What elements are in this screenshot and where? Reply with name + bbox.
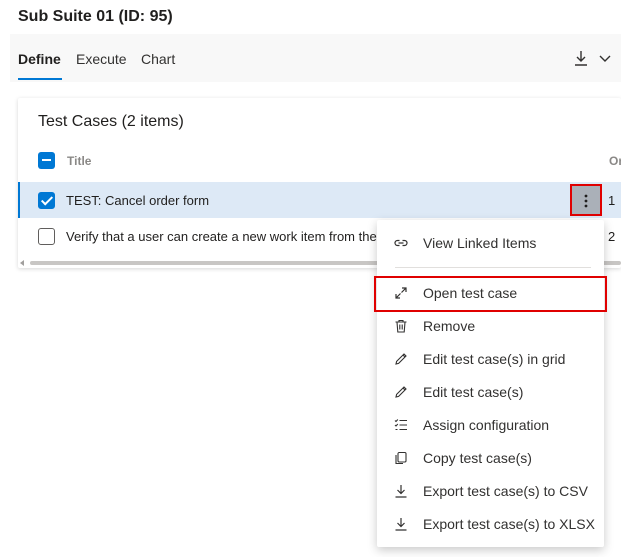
column-header-order[interactable]: Or [609,154,621,168]
checklist-icon [394,419,407,431]
download-icon [395,485,407,498]
menu-item-label: Edit test case(s) in grid [423,351,566,367]
copy-icon [395,451,407,465]
menu-item-export-csv[interactable]: Export test case(s) to CSV [377,475,604,508]
active-tab-indicator [18,78,62,80]
select-all-checkbox[interactable] [38,152,55,169]
more-vertical-icon [584,194,588,208]
grid-title: Test Cases (2 items) [38,113,184,130]
table-row[interactable]: TEST: Cancel order form 1 [18,182,621,218]
menu-item-open-test-case[interactable]: Open test case [374,276,607,312]
more-actions-button[interactable] [570,184,602,216]
page: Sub Suite 01 (ID: 95) Define Execute Cha… [0,0,621,557]
download-icon[interactable] [574,50,588,66]
menu-item-label: View Linked Items [423,235,537,251]
chevron-down-icon[interactable] [598,50,612,66]
row-title: TEST: Cancel order form [66,193,210,208]
menu-item-edit-test-cases[interactable]: Edit test case(s) [377,376,604,409]
pencil-icon [395,353,407,365]
tab-define[interactable]: Define [18,51,61,67]
menu-item-label: Export test case(s) to CSV [423,483,588,499]
menu-divider [395,267,591,268]
row-order: 1 [608,193,616,208]
menu-item-label: Open test case [423,285,518,301]
menu-item-copy-test-cases[interactable]: Copy test case(s) [377,442,604,475]
scroll-left-arrow-icon[interactable] [20,260,24,266]
menu-item-edit-in-grid[interactable]: Edit test case(s) in grid [377,343,604,376]
trash-icon [395,319,407,333]
download-icon [395,518,407,531]
row-checkbox[interactable] [38,192,55,209]
pencil-icon [395,386,407,398]
row-order: 2 [608,229,616,244]
menu-item-label: Export test case(s) to XLSX [423,516,595,532]
tab-execute[interactable]: Execute [76,51,127,67]
menu-item-label: Assign configuration [423,417,550,433]
menu-item-label: Edit test case(s) [423,384,524,400]
page-title: Sub Suite 01 (ID: 95) [18,8,173,25]
menu-item-label: Remove [423,318,476,334]
tab-chart[interactable]: Chart [141,51,175,67]
expand-icon [395,287,407,299]
menu-item-view-linked-items[interactable]: View Linked Items [377,227,604,260]
row-checkbox[interactable] [38,228,55,245]
menu-item-remove[interactable]: Remove [377,310,604,343]
column-header-title[interactable]: Title [67,154,91,168]
link-icon [394,239,408,247]
menu-item-assign-configuration[interactable]: Assign configuration [377,409,604,442]
menu-item-export-xlsx[interactable]: Export test case(s) to XLSX [377,508,604,541]
menu-item-label: Copy test case(s) [423,450,532,466]
context-menu: View Linked Items Open test case Remove … [374,220,607,547]
row-title: Verify that a user can create a new work… [66,229,377,244]
tab-bar: Define Execute Chart [10,34,621,82]
